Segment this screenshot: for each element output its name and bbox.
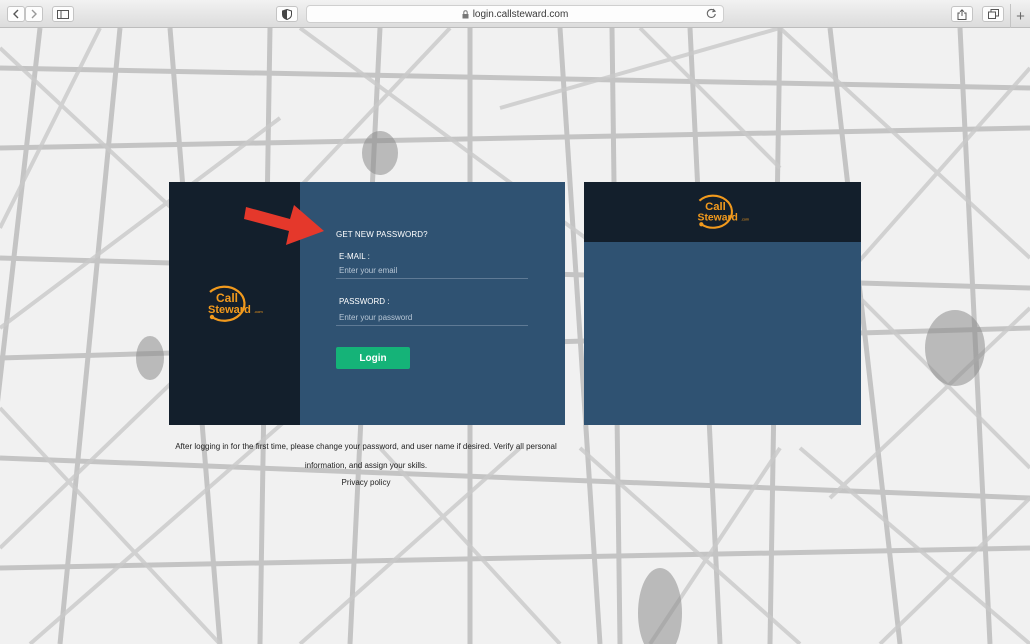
callsteward-logo: Call Steward .com [208,285,263,322]
svg-text:Call: Call [216,291,238,305]
get-new-password-link[interactable]: GET NEW PASSWORD? [336,230,428,239]
svg-text:.com: .com [740,217,748,221]
privacy-report-button[interactable] [276,6,298,22]
share-button[interactable] [951,6,973,22]
email-field[interactable] [336,263,528,279]
browser-toolbar: login.callsteward.com + [0,0,1030,28]
promo-card: Call Steward .com [584,182,861,425]
first-login-notice: After logging in for the first time, ple… [175,442,557,470]
reload-icon[interactable] [706,8,717,19]
sidebar-icon [57,9,69,19]
email-label: E-MAIL : [339,252,370,261]
login-form: GET NEW PASSWORD? E-MAIL : PASSWORD : Lo… [300,182,565,425]
lock-icon [462,9,469,19]
address-bar[interactable]: login.callsteward.com [306,5,724,23]
forward-button[interactable] [25,6,43,22]
url-text: login.callsteward.com [472,8,569,20]
svg-text:Steward: Steward [697,212,737,223]
privacy-policy-link[interactable]: Privacy policy [170,478,562,487]
tabs-icon [987,9,999,19]
chevron-right-icon [31,9,37,19]
share-icon [957,8,967,20]
new-tab-button[interactable]: + [1010,4,1030,28]
promo-header: Call Steward .com [584,182,861,242]
tabs-overview-button[interactable] [982,6,1004,22]
back-button[interactable] [7,6,25,22]
shield-icon [282,8,292,20]
svg-text:.com: .com [254,309,263,314]
sidebar-button[interactable] [52,6,74,22]
callsteward-logo: Call Steward .com [697,194,749,229]
chevron-left-icon [13,9,19,19]
plus-icon: + [1016,7,1025,25]
password-field[interactable] [336,310,528,326]
password-label: PASSWORD : [339,297,390,306]
login-card: Call Steward .com GET NEW PASSWORD? E-MA… [169,182,565,425]
login-button[interactable]: Login [336,347,410,369]
svg-text:Steward: Steward [208,304,251,316]
annotation-arrow-icon [244,205,324,245]
svg-text:Call: Call [705,201,726,213]
